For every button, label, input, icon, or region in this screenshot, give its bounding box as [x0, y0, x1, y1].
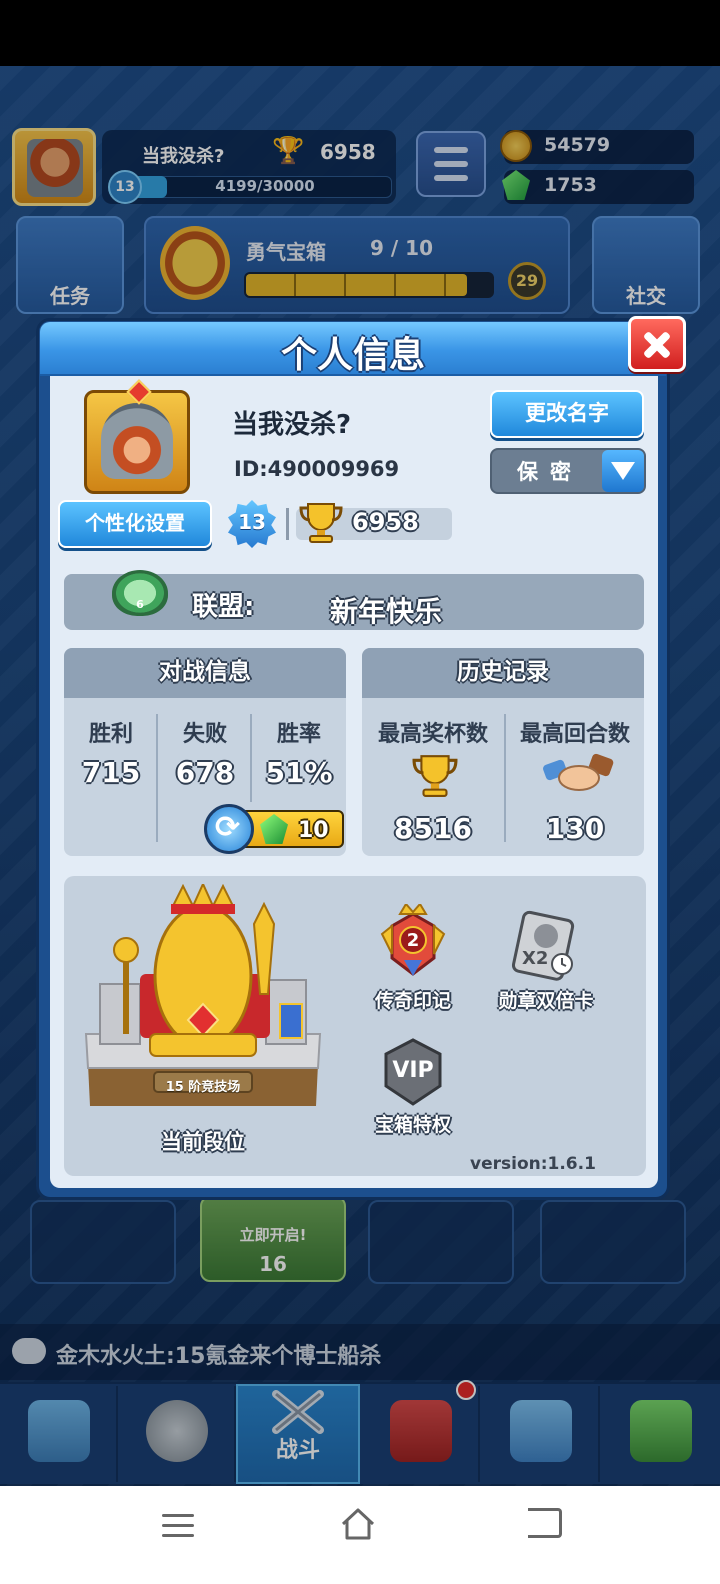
max-trophies-value: 8516	[394, 812, 472, 845]
double-medal-card-label: 勋章双倍卡	[498, 990, 594, 1012]
close-button[interactable]	[628, 316, 686, 372]
trophy-value: 6958	[352, 508, 419, 536]
losses-value: 678	[175, 756, 235, 789]
version-text: version:1.6.1	[470, 1154, 596, 1174]
alliance-label: 联盟:	[192, 592, 255, 622]
customize-button[interactable]: 个性化设置	[58, 500, 212, 548]
legend-mark-number: 2	[406, 930, 420, 951]
trophy-icon	[298, 500, 344, 544]
wins-value: 715	[81, 756, 141, 789]
vip-mark: VIP	[392, 1058, 434, 1083]
handshake-icon	[542, 748, 616, 802]
alliance-name: 新年快乐	[330, 595, 443, 628]
winrate-value: 51%	[265, 756, 333, 789]
vip-icon[interactable]: VIP	[380, 1036, 446, 1108]
reset-cost-value: 10	[298, 818, 329, 843]
status-bar	[0, 0, 720, 66]
dialog-title: 个人信息	[280, 335, 425, 376]
arena-banner-text: 15 阶竞技场	[165, 1080, 241, 1095]
losses-label: 失败	[182, 722, 227, 747]
alliance-emblem-number: 6	[136, 598, 144, 611]
recent-apps-icon[interactable]	[162, 1514, 194, 1544]
level-value: 13	[238, 510, 266, 534]
legend-mark-icon[interactable]: 2	[378, 902, 448, 982]
chevron-down-icon[interactable]	[602, 450, 644, 492]
profile-avatar[interactable]	[84, 379, 190, 494]
current-rank-label: 当前段位	[161, 1130, 245, 1154]
double-medal-card-icon[interactable]: X2	[510, 910, 578, 982]
profile-id: ID:490009969	[234, 457, 400, 481]
max-trophies-label: 最高奖杯数	[377, 722, 488, 747]
trophy-icon	[408, 752, 462, 798]
privacy-value: 保密	[517, 460, 583, 484]
history-title: 历史记录	[362, 648, 644, 698]
rename-button[interactable]: 更改名字	[490, 390, 644, 438]
divider	[286, 508, 289, 540]
battle-info-title: 对战信息	[64, 648, 346, 698]
alliance-emblem-icon: 6	[112, 570, 168, 616]
game-screen: 当我没杀? 🏆 6958 4199/30000 13 54579 1753 任务…	[0, 0, 720, 1584]
home-icon[interactable]	[339, 1506, 377, 1542]
double-card-mark: X2	[522, 948, 549, 969]
max-rounds-label: 最高回合数	[519, 722, 630, 747]
wins-label: 胜利	[88, 722, 133, 747]
max-rounds-value: 130	[545, 812, 605, 845]
profile-name: 当我没杀?	[232, 410, 352, 440]
chest-privilege-label: 宝箱特权	[374, 1114, 451, 1136]
legend-mark-label: 传奇印记	[374, 990, 451, 1012]
refresh-icon[interactable]	[204, 804, 254, 854]
back-icon[interactable]	[528, 1508, 562, 1538]
winrate-label: 胜率	[276, 722, 321, 747]
